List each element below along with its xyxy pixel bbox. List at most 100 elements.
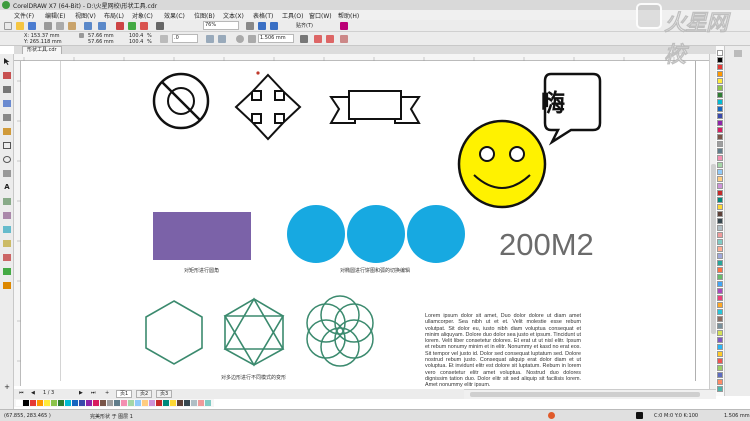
document-palette-swatch[interactable] <box>142 400 148 406</box>
palette-swatch[interactable] <box>717 330 723 336</box>
to-front-icon[interactable] <box>314 35 322 43</box>
palette-swatch[interactable] <box>717 141 723 147</box>
palette-swatch[interactable] <box>717 211 723 217</box>
ellipse-tool-icon[interactable] <box>3 156 11 163</box>
full-screen-icon[interactable] <box>246 22 254 30</box>
palette-swatch[interactable] <box>717 155 723 161</box>
document-palette-swatch[interactable] <box>121 400 127 406</box>
to-back-icon[interactable] <box>326 35 334 43</box>
vertical-ruler[interactable] <box>14 61 21 386</box>
document-palette-swatch[interactable] <box>191 400 197 406</box>
palette-swatch[interactable] <box>717 85 723 91</box>
palette-swatch[interactable] <box>717 225 723 231</box>
palette-swatch[interactable] <box>717 309 723 315</box>
document-palette-swatch[interactable] <box>170 400 176 406</box>
palette-swatch[interactable] <box>717 204 723 210</box>
palette-swatch[interactable] <box>717 99 723 105</box>
lock-ratio-icon[interactable] <box>160 35 168 43</box>
palette-swatch[interactable] <box>717 344 723 350</box>
palette-swatch[interactable] <box>717 190 723 196</box>
horizontal-ruler[interactable] <box>14 54 716 61</box>
page-tab-2[interactable]: 页2 <box>136 390 153 398</box>
outline-width-select[interactable]: 1.506 mm <box>258 34 294 43</box>
rosette-shape[interactable] <box>306 295 374 367</box>
no-symbol-shape[interactable] <box>152 72 210 130</box>
object-height[interactable]: 57.66 mm <box>88 39 114 45</box>
palette-swatch[interactable] <box>717 260 723 266</box>
menu-file[interactable]: 文件(F) <box>14 11 34 20</box>
undo-icon[interactable] <box>84 22 92 30</box>
redo-icon[interactable] <box>98 22 106 30</box>
document-palette-swatch[interactable] <box>135 400 141 406</box>
parallel-dimension-icon[interactable] <box>3 198 11 205</box>
rectangle-tool-icon[interactable] <box>3 142 11 149</box>
shape-type-icon[interactable] <box>236 35 244 43</box>
document-palette-swatch[interactable] <box>16 400 22 406</box>
freehand-tool-icon[interactable] <box>3 114 11 121</box>
last-page-icon[interactable]: ⏭ <box>88 390 99 398</box>
convert-to-curves-icon[interactable] <box>340 35 348 43</box>
menu-window[interactable]: 窗口(W) <box>309 11 332 20</box>
smiley-face-shape[interactable] <box>457 119 547 209</box>
page-tab-3[interactable]: 页3 <box>156 390 173 398</box>
blue-circle-1[interactable] <box>287 205 345 263</box>
drawing-canvas[interactable]: 嗨 对矩形进行圆角 对椭圆进行饼图和弧的切换编辑 对多边形进行不同模式的变形 2… <box>21 61 716 388</box>
palette-swatch[interactable] <box>717 288 723 294</box>
publish-pdf-icon[interactable] <box>140 22 148 30</box>
palette-swatch[interactable] <box>717 379 723 385</box>
palette-swatch[interactable] <box>717 246 723 252</box>
document-palette-swatch[interactable] <box>51 400 57 406</box>
new-document-icon[interactable] <box>4 22 12 30</box>
menu-help[interactable]: 帮助(H) <box>338 11 359 20</box>
banner-ribbon-shape[interactable] <box>329 90 421 124</box>
palette-swatch[interactable] <box>717 232 723 238</box>
document-palette-swatch[interactable] <box>205 400 211 406</box>
scale-height[interactable]: 100.4 <box>129 39 143 45</box>
text-tool-icon[interactable]: A <box>3 184 11 191</box>
menu-tools[interactable]: 工具(O) <box>282 11 303 20</box>
hexagon-shape[interactable] <box>145 300 203 365</box>
blue-circle-2[interactable] <box>347 205 405 263</box>
palette-swatch[interactable] <box>717 127 723 133</box>
menu-table[interactable]: 表格(T) <box>253 11 273 20</box>
document-palette-swatch[interactable] <box>156 400 162 406</box>
horizontal-scrollbar[interactable] <box>464 389 716 399</box>
menu-object[interactable]: 对象(C) <box>132 11 153 20</box>
document-palette-swatch[interactable] <box>163 400 169 406</box>
open-folder-icon[interactable] <box>16 22 24 30</box>
zoom-level-select[interactable]: 76% <box>203 21 239 30</box>
rectangle-caption[interactable]: 对矩形进行圆角 <box>184 267 219 274</box>
palette-swatch[interactable] <box>717 113 723 119</box>
document-palette-swatch[interactable] <box>107 400 113 406</box>
document-palette-swatch[interactable] <box>86 400 92 406</box>
show-rulers-icon[interactable] <box>258 22 266 30</box>
star-hexagon-shape[interactable] <box>223 297 285 367</box>
menu-layout[interactable]: 布局(L) <box>104 11 124 20</box>
export-icon[interactable] <box>128 22 136 30</box>
palette-swatch[interactable] <box>717 316 723 322</box>
fill-status-icon[interactable] <box>548 412 555 419</box>
first-page-icon[interactable]: ⏮ <box>16 390 27 398</box>
wrap-text-icon[interactable] <box>300 35 308 43</box>
blue-circle-3[interactable] <box>407 205 465 263</box>
palette-swatch[interactable] <box>717 358 723 364</box>
mirror-horizontal-icon[interactable] <box>206 35 214 43</box>
polygon-tool-icon[interactable] <box>3 170 11 177</box>
document-palette-swatch[interactable] <box>30 400 36 406</box>
palette-swatch[interactable] <box>717 120 723 126</box>
next-page-icon[interactable]: ▶ <box>76 390 86 398</box>
cut-icon[interactable] <box>44 22 52 30</box>
palette-swatch[interactable] <box>717 71 723 77</box>
interactive-fill-icon[interactable] <box>3 268 11 275</box>
palette-swatch[interactable] <box>717 134 723 140</box>
document-palette-swatch[interactable] <box>23 400 29 406</box>
copy-icon[interactable] <box>56 22 64 30</box>
drop-shadow-icon[interactable] <box>3 226 11 233</box>
shape-tool-icon[interactable] <box>3 72 11 79</box>
import-icon[interactable] <box>116 22 124 30</box>
pick-tool-icon[interactable] <box>3 58 11 65</box>
menu-view[interactable]: 视图(V) <box>75 11 96 20</box>
document-palette-swatch[interactable] <box>177 400 183 406</box>
document-palette-swatch[interactable] <box>72 400 78 406</box>
palette-swatch[interactable] <box>717 302 723 308</box>
